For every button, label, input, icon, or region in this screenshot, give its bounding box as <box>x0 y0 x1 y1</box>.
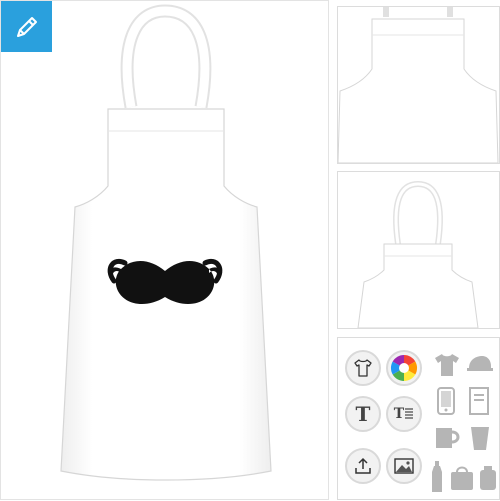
image-icon <box>394 458 414 474</box>
color-wheel-icon <box>390 354 418 382</box>
phone-case-icon[interactable] <box>435 386 457 416</box>
apron-image <box>60 4 272 481</box>
notebook-icon[interactable] <box>466 386 492 416</box>
more-icon[interactable] <box>478 464 498 492</box>
text-block-button[interactable]: T <box>386 396 422 432</box>
add-text-button[interactable]: T <box>345 396 381 432</box>
color-picker-button[interactable] <box>386 350 422 386</box>
cup-icon[interactable] <box>468 424 492 452</box>
apron-closeup-image <box>337 7 499 164</box>
upload-icon <box>355 457 371 474</box>
upload-button[interactable] <box>345 448 381 484</box>
edit-button[interactable] <box>1 1 52 52</box>
mug-icon[interactable] <box>432 424 462 452</box>
apron-full-image <box>357 180 479 329</box>
thumbnail-full[interactable] <box>337 171 500 329</box>
add-image-button[interactable] <box>386 448 422 484</box>
product-select-button[interactable] <box>345 350 381 386</box>
bag-icon[interactable] <box>448 464 476 492</box>
cap-icon[interactable] <box>465 352 495 378</box>
text-icon: T <box>355 402 371 426</box>
thumbnail-closeup[interactable] <box>337 6 500 164</box>
tshirt-category-icon[interactable] <box>432 350 462 380</box>
pencil-icon <box>16 16 37 37</box>
product-preview <box>0 0 329 500</box>
tshirt-icon <box>354 359 372 377</box>
text-block-icon: T <box>393 406 414 422</box>
bottle-icon[interactable] <box>430 460 444 494</box>
design-toolbar: T T <box>337 337 500 500</box>
